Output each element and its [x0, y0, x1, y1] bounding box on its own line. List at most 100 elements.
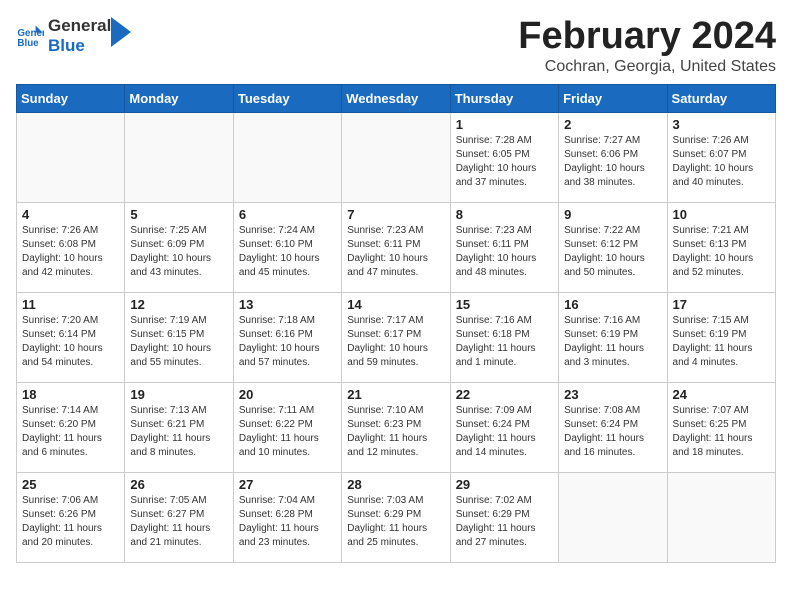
day-info: Sunrise: 7:08 AMSunset: 6:24 PMDaylight:…	[564, 404, 661, 460]
calendar-cell: 21 Sunrise: 7:10 AMSunset: 6:23 PMDayligh…	[342, 382, 450, 472]
calendar-cell: 29 Sunrise: 7:02 AMSunset: 6:29 PMDayligh…	[450, 472, 558, 562]
calendar-cell: 15 Sunrise: 7:16 AMSunset: 6:18 PMDayligh…	[450, 292, 558, 382]
month-year-title: February 2024	[518, 16, 776, 58]
calendar-cell: 22 Sunrise: 7:09 AMSunset: 6:24 PMDayligh…	[450, 382, 558, 472]
logo: General Blue General Blue	[16, 16, 131, 57]
day-number: 14	[347, 297, 444, 312]
calendar-header-row: SundayMondayTuesdayWednesdayThursdayFrid…	[17, 84, 776, 112]
calendar-cell: 25 Sunrise: 7:06 AMSunset: 6:26 PMDayligh…	[17, 472, 125, 562]
calendar-cell: 10Sunrise: 7:21 AMSunset: 6:13 PMDayligh…	[667, 202, 775, 292]
day-number: 12	[130, 297, 227, 312]
day-number: 3	[673, 117, 770, 132]
day-info: Sunrise: 7:13 AMSunset: 6:21 PMDaylight:…	[130, 404, 227, 460]
day-number: 4	[22, 207, 119, 222]
day-number: 8	[456, 207, 553, 222]
day-info: Sunrise: 7:24 AMSunset: 6:10 PMDaylight:…	[239, 224, 336, 280]
day-number: 24	[673, 387, 770, 402]
calendar-cell: 9Sunrise: 7:22 AMSunset: 6:12 PMDaylight…	[559, 202, 667, 292]
day-info: Sunrise: 7:26 AMSunset: 6:07 PMDaylight:…	[673, 134, 770, 190]
day-info: Sunrise: 7:16 AMSunset: 6:18 PMDaylight:…	[456, 314, 553, 370]
day-number: 18	[22, 387, 119, 402]
day-number: 20	[239, 387, 336, 402]
day-number: 10	[673, 207, 770, 222]
day-number: 22	[456, 387, 553, 402]
calendar-cell: 19Sunrise: 7:13 AMSunset: 6:21 PMDayligh…	[125, 382, 233, 472]
weekday-header-wednesday: Wednesday	[342, 84, 450, 112]
title-section: February 2024 Cochran, Georgia, United S…	[518, 16, 776, 76]
day-number: 29	[456, 477, 553, 492]
location-subtitle: Cochran, Georgia, United States	[518, 58, 776, 76]
calendar-cell	[17, 112, 125, 202]
day-info: Sunrise: 7:20 AMSunset: 6:14 PMDaylight:…	[22, 314, 119, 370]
day-info: Sunrise: 7:09 AMSunset: 6:24 PMDaylight:…	[456, 404, 553, 460]
calendar-cell	[667, 472, 775, 562]
calendar-cell: 23 Sunrise: 7:08 AMSunset: 6:24 PMDayligh…	[559, 382, 667, 472]
calendar-cell: 24Sunrise: 7:07 AMSunset: 6:25 PMDayligh…	[667, 382, 775, 472]
day-info: Sunrise: 7:05 AMSunset: 6:27 PMDaylight:…	[130, 494, 227, 550]
day-number: 15	[456, 297, 553, 312]
calendar-cell: 4 Sunrise: 7:26 AMSunset: 6:08 PMDaylight…	[17, 202, 125, 292]
day-number: 13	[239, 297, 336, 312]
page-header: General Blue General Blue February 2024 …	[16, 16, 776, 76]
day-info: Sunrise: 7:10 AMSunset: 6:23 PMDaylight:…	[347, 404, 444, 460]
calendar-week-row: 11 Sunrise: 7:20 AMSunset: 6:14 PMDayligh…	[17, 292, 776, 382]
day-number: 7	[347, 207, 444, 222]
day-info: Sunrise: 7:27 AMSunset: 6:06 PMDaylight:…	[564, 134, 661, 190]
day-info: Sunrise: 7:02 AMSunset: 6:29 PMDaylight:…	[456, 494, 553, 550]
calendar-cell: 5Sunrise: 7:25 AMSunset: 6:09 PMDaylight…	[125, 202, 233, 292]
calendar-week-row: 1 Sunrise: 7:28 AMSunset: 6:05 PMDaylight…	[17, 112, 776, 202]
calendar-cell: 17 Sunrise: 7:15 AMSunset: 6:19 PMDayligh…	[667, 292, 775, 382]
calendar-week-row: 18 Sunrise: 7:14 AMSunset: 6:20 PMDayligh…	[17, 382, 776, 472]
logo-icon: General Blue	[16, 22, 44, 50]
calendar-cell: 1 Sunrise: 7:28 AMSunset: 6:05 PMDaylight…	[450, 112, 558, 202]
day-number: 16	[564, 297, 661, 312]
day-number: 6	[239, 207, 336, 222]
day-number: 2	[564, 117, 661, 132]
day-info: Sunrise: 7:16 AMSunset: 6:19 PMDaylight:…	[564, 314, 661, 370]
day-info: Sunrise: 7:15 AMSunset: 6:19 PMDaylight:…	[673, 314, 770, 370]
calendar-cell: 2 Sunrise: 7:27 AMSunset: 6:06 PMDaylight…	[559, 112, 667, 202]
day-number: 9	[564, 207, 661, 222]
day-number: 17	[673, 297, 770, 312]
calendar-cell: 7 Sunrise: 7:23 AMSunset: 6:11 PMDaylight…	[342, 202, 450, 292]
day-number: 21	[347, 387, 444, 402]
day-number: 27	[239, 477, 336, 492]
calendar-cell: 13 Sunrise: 7:18 AMSunset: 6:16 PMDayligh…	[233, 292, 341, 382]
calendar-table: SundayMondayTuesdayWednesdayThursdayFrid…	[16, 84, 776, 563]
weekday-header-monday: Monday	[125, 84, 233, 112]
day-number: 28	[347, 477, 444, 492]
calendar-cell: 6 Sunrise: 7:24 AMSunset: 6:10 PMDaylight…	[233, 202, 341, 292]
day-number: 1	[456, 117, 553, 132]
calendar-cell: 11 Sunrise: 7:20 AMSunset: 6:14 PMDayligh…	[17, 292, 125, 382]
day-info: Sunrise: 7:18 AMSunset: 6:16 PMDaylight:…	[239, 314, 336, 370]
calendar-cell: 27Sunrise: 7:04 AMSunset: 6:28 PMDayligh…	[233, 472, 341, 562]
calendar-cell	[559, 472, 667, 562]
calendar-cell: 18 Sunrise: 7:14 AMSunset: 6:20 PMDayligh…	[17, 382, 125, 472]
logo-general: General	[48, 16, 111, 36]
day-number: 5	[130, 207, 227, 222]
calendar-week-row: 4 Sunrise: 7:26 AMSunset: 6:08 PMDaylight…	[17, 202, 776, 292]
logo-arrow-icon	[111, 17, 131, 47]
day-info: Sunrise: 7:28 AMSunset: 6:05 PMDaylight:…	[456, 134, 553, 190]
calendar-week-row: 25 Sunrise: 7:06 AMSunset: 6:26 PMDayligh…	[17, 472, 776, 562]
day-info: Sunrise: 7:26 AMSunset: 6:08 PMDaylight:…	[22, 224, 119, 280]
day-number: 23	[564, 387, 661, 402]
weekday-header-sunday: Sunday	[17, 84, 125, 112]
calendar-cell: 8 Sunrise: 7:23 AMSunset: 6:11 PMDaylight…	[450, 202, 558, 292]
weekday-header-saturday: Saturday	[667, 84, 775, 112]
calendar-cell	[233, 112, 341, 202]
day-number: 25	[22, 477, 119, 492]
day-info: Sunrise: 7:11 AMSunset: 6:22 PMDaylight:…	[239, 404, 336, 460]
day-info: Sunrise: 7:14 AMSunset: 6:20 PMDaylight:…	[22, 404, 119, 460]
calendar-cell	[125, 112, 233, 202]
day-number: 11	[22, 297, 119, 312]
weekday-header-thursday: Thursday	[450, 84, 558, 112]
day-info: Sunrise: 7:03 AMSunset: 6:29 PMDaylight:…	[347, 494, 444, 550]
day-info: Sunrise: 7:06 AMSunset: 6:26 PMDaylight:…	[22, 494, 119, 550]
day-info: Sunrise: 7:23 AMSunset: 6:11 PMDaylight:…	[456, 224, 553, 280]
calendar-cell	[342, 112, 450, 202]
logo-blue: Blue	[48, 36, 111, 56]
day-number: 26	[130, 477, 227, 492]
weekday-header-tuesday: Tuesday	[233, 84, 341, 112]
day-info: Sunrise: 7:23 AMSunset: 6:11 PMDaylight:…	[347, 224, 444, 280]
